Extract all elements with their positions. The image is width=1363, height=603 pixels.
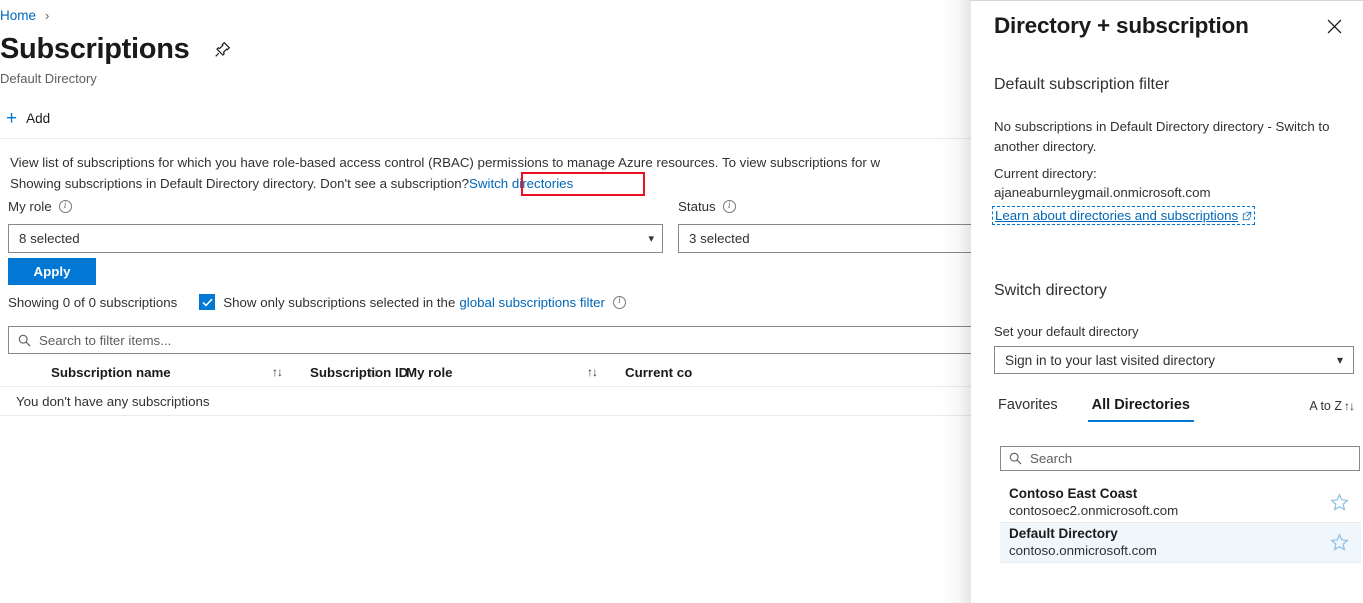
sort-label: A to Z bbox=[1309, 399, 1342, 413]
status-dropdown-value: 3 selected bbox=[689, 231, 750, 246]
search-icon bbox=[1009, 452, 1022, 465]
star-outline-icon[interactable] bbox=[1330, 533, 1349, 552]
directory-list: Contoso East Coast contosoec2.onmicrosof… bbox=[1000, 483, 1361, 563]
switch-directories-link[interactable]: Switch directories bbox=[469, 176, 573, 191]
tab-label: Favorites bbox=[998, 397, 1058, 413]
global-filter-label: Show only subscriptions selected in the bbox=[223, 295, 455, 310]
directory-domain: contosoec2.onmicrosoft.com bbox=[1009, 502, 1178, 519]
close-icon[interactable] bbox=[1319, 11, 1349, 41]
column-label: Current co bbox=[625, 365, 692, 380]
my-role-label: My role i bbox=[8, 199, 72, 214]
status-label: Status i bbox=[678, 199, 736, 214]
learn-about-directories-link[interactable]: Learn about directories and subscription… bbox=[994, 208, 1253, 223]
add-button[interactable]: + Add bbox=[0, 107, 56, 130]
tab-all-directories[interactable]: All Directories bbox=[1088, 397, 1194, 422]
title-row: Subscriptions bbox=[0, 31, 233, 67]
current-directory-label: Current directory: bbox=[994, 164, 1339, 184]
column-subscription-name[interactable]: Subscription name bbox=[0, 365, 272, 380]
command-bar: + Add bbox=[0, 100, 971, 137]
showing-row: Showing 0 of 0 subscriptions Show only s… bbox=[8, 294, 626, 310]
status-label-text: Status bbox=[678, 199, 716, 214]
star-outline-icon[interactable] bbox=[1330, 493, 1349, 512]
plus-icon: + bbox=[6, 112, 17, 126]
info-icon[interactable]: i bbox=[59, 200, 72, 213]
add-button-label: Add bbox=[26, 111, 50, 126]
azure-portal-screen: Home › Subscriptions Default Directory +… bbox=[0, 0, 1363, 603]
command-bar-divider bbox=[0, 138, 971, 139]
default-subscription-filter-heading: Default subscription filter bbox=[994, 76, 1169, 94]
switch-directory-heading: Switch directory bbox=[994, 282, 1107, 300]
checkmark-icon bbox=[202, 298, 213, 307]
current-directory-value: ajaneaburnleygmail.onmicrosoft.com bbox=[994, 183, 1339, 203]
blade-description: View list of subscriptions for which you… bbox=[10, 152, 971, 194]
blade-subtitle: Default Directory bbox=[0, 71, 97, 86]
learn-link-label: Learn about directories and subscription… bbox=[995, 208, 1238, 223]
status-dropdown[interactable]: 3 selected bbox=[678, 224, 971, 253]
global-subscriptions-filter-link[interactable]: global subscriptions filter bbox=[459, 295, 605, 310]
tab-label: All Directories bbox=[1092, 397, 1190, 413]
search-icon bbox=[18, 334, 31, 347]
directory-name: Contoso East Coast bbox=[1009, 486, 1178, 502]
apply-button[interactable]: Apply bbox=[8, 258, 96, 285]
global-filter-checkbox[interactable] bbox=[199, 294, 215, 310]
column-label: My role bbox=[406, 365, 453, 380]
page-title: Subscriptions bbox=[0, 31, 189, 67]
sort-a-to-z-button[interactable]: A to Z ↑↓ bbox=[1309, 397, 1354, 413]
column-my-role[interactable]: My role bbox=[406, 365, 587, 380]
table-header-row: Subscription name ↑↓ Subscription ID ↑↓ … bbox=[0, 358, 971, 387]
description-line-1: View list of subscriptions for which you… bbox=[10, 152, 971, 173]
directory-name: Default Directory bbox=[1009, 526, 1157, 542]
subscriptions-blade: Home › Subscriptions Default Directory +… bbox=[0, 0, 971, 603]
breadcrumb: Home › bbox=[0, 4, 49, 26]
my-role-dropdown-value: 8 selected bbox=[19, 231, 80, 246]
external-link-icon bbox=[1242, 211, 1252, 221]
subscriptions-table: Subscription name ↑↓ Subscription ID ↑↓ … bbox=[0, 358, 971, 416]
panel-title: Directory + subscription bbox=[994, 13, 1249, 39]
default-directory-dropdown-value: Sign in to your last visited directory bbox=[1005, 353, 1215, 368]
list-item[interactable]: Default Directory contoso.onmicrosoft.co… bbox=[1000, 523, 1361, 563]
directory-domain: contoso.onmicrosoft.com bbox=[1009, 542, 1157, 559]
my-role-dropdown[interactable]: 8 selected ▾ bbox=[8, 224, 663, 253]
description-line-2: Showing subscriptions in Default Directo… bbox=[10, 173, 971, 194]
column-current-cost[interactable]: Current co bbox=[625, 365, 765, 380]
filter-search-placeholder: Search to filter items... bbox=[39, 333, 171, 348]
column-label: Subscription name bbox=[51, 365, 171, 380]
filter-search-box[interactable]: Search to filter items... bbox=[8, 326, 971, 354]
panel-header: Directory + subscription bbox=[994, 5, 1349, 47]
pin-icon[interactable] bbox=[211, 38, 233, 60]
table-empty-message: You don't have any subscriptions bbox=[0, 394, 210, 409]
breadcrumb-separator: › bbox=[45, 8, 49, 23]
sort-updown-icon: ↑↓ bbox=[1344, 399, 1354, 413]
chevron-down-icon: ▾ bbox=[1337, 353, 1343, 367]
info-icon[interactable]: i bbox=[613, 296, 626, 309]
sort-updown-icon[interactable]: ↑↓ bbox=[587, 365, 625, 379]
default-directory-dropdown[interactable]: Sign in to your last visited directory ▾ bbox=[994, 346, 1354, 374]
sort-updown-icon[interactable]: ↑↓ bbox=[272, 365, 310, 379]
tab-favorites[interactable]: Favorites bbox=[994, 397, 1062, 422]
my-role-label-text: My role bbox=[8, 199, 52, 214]
description-line-2-text: Showing subscriptions in Default Directo… bbox=[10, 176, 469, 191]
breadcrumb-home-link[interactable]: Home bbox=[0, 8, 36, 23]
table-row: You don't have any subscriptions bbox=[0, 387, 971, 416]
directory-tabs: Favorites All Directories A to Z ↑↓ bbox=[994, 397, 1354, 431]
showing-count: Showing 0 of 0 subscriptions bbox=[8, 295, 177, 310]
list-item[interactable]: Contoso East Coast contosoec2.onmicrosof… bbox=[1000, 483, 1361, 523]
set-default-directory-label: Set your default directory bbox=[994, 324, 1139, 339]
directory-search-box[interactable]: Search bbox=[1000, 446, 1360, 471]
no-subscriptions-text: No subscriptions in Default Directory di… bbox=[994, 117, 1339, 156]
directory-search-placeholder: Search bbox=[1030, 451, 1072, 466]
chevron-down-icon: ▾ bbox=[648, 232, 654, 245]
info-icon[interactable]: i bbox=[723, 200, 736, 213]
sort-updown-icon[interactable]: ↑↓ bbox=[368, 365, 406, 379]
